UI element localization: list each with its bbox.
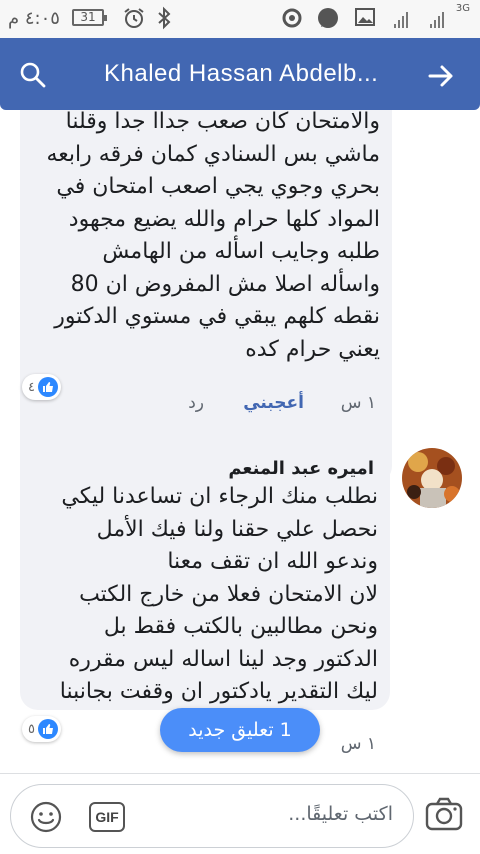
comment-bubble[interactable]: اميره عبد المنعم نطلب منك الرجاء ان تساع… — [20, 448, 390, 710]
comment-bubble[interactable]: والامتحان كان صعب جداا جدا وقلنا ماشي بس… — [20, 110, 392, 484]
app-bar: Khaled Hassan Abdelb... — [0, 38, 480, 110]
comment-time: ١ س — [340, 734, 376, 754]
whatsapp-icon — [316, 6, 340, 36]
emoji-icon[interactable] — [29, 800, 63, 834]
like-button[interactable]: أعجبني — [243, 393, 304, 413]
gif-button[interactable]: GIF — [89, 802, 125, 832]
comment-text: نطلب منك الرجاء ان تساعدنا ليكي نحصل علي… — [59, 484, 378, 704]
signal-icon — [394, 8, 408, 28]
bluetooth-icon — [156, 6, 174, 36]
reply-button[interactable]: رد — [188, 393, 204, 413]
new-comment-button[interactable]: 1 تعليق جديد — [160, 708, 320, 752]
comment-input-placeholder: اكتب تعليقًا... — [288, 803, 393, 825]
status-bar: ٤:٠٥ م 31 3G — [0, 0, 480, 38]
comment-author[interactable]: اميره عبد المنعم — [32, 458, 378, 479]
arrow-right-icon[interactable] — [426, 61, 456, 91]
avatar[interactable] — [402, 448, 462, 508]
status-time: ٤:٠٥ م — [8, 8, 60, 29]
search-icon[interactable] — [18, 60, 48, 90]
gallery-icon — [354, 6, 376, 34]
battery-indicator: 31 — [72, 9, 107, 26]
signal-icon — [430, 8, 444, 28]
sync-icon — [280, 6, 304, 36]
comment-text: والامتحان كان صعب جداا جدا وقلنا ماشي بس… — [46, 110, 380, 362]
comment-actions: ١ س أعجبني رد — [0, 393, 480, 417]
comment-input[interactable]: اكتب تعليقًا... GIF — [10, 784, 414, 848]
network-type: 3G — [455, 3, 470, 14]
comment-time: ١ س — [340, 393, 376, 413]
page-title[interactable]: Khaled Hassan Abdelb... — [104, 60, 404, 88]
alarm-icon — [122, 6, 146, 36]
comments-list: والامتحان كان صعب جداا جدا وقلنا ماشي بس… — [0, 110, 480, 773]
camera-icon[interactable] — [424, 796, 464, 832]
comment-composer: اكتب تعليقًا... GIF — [0, 773, 480, 854]
